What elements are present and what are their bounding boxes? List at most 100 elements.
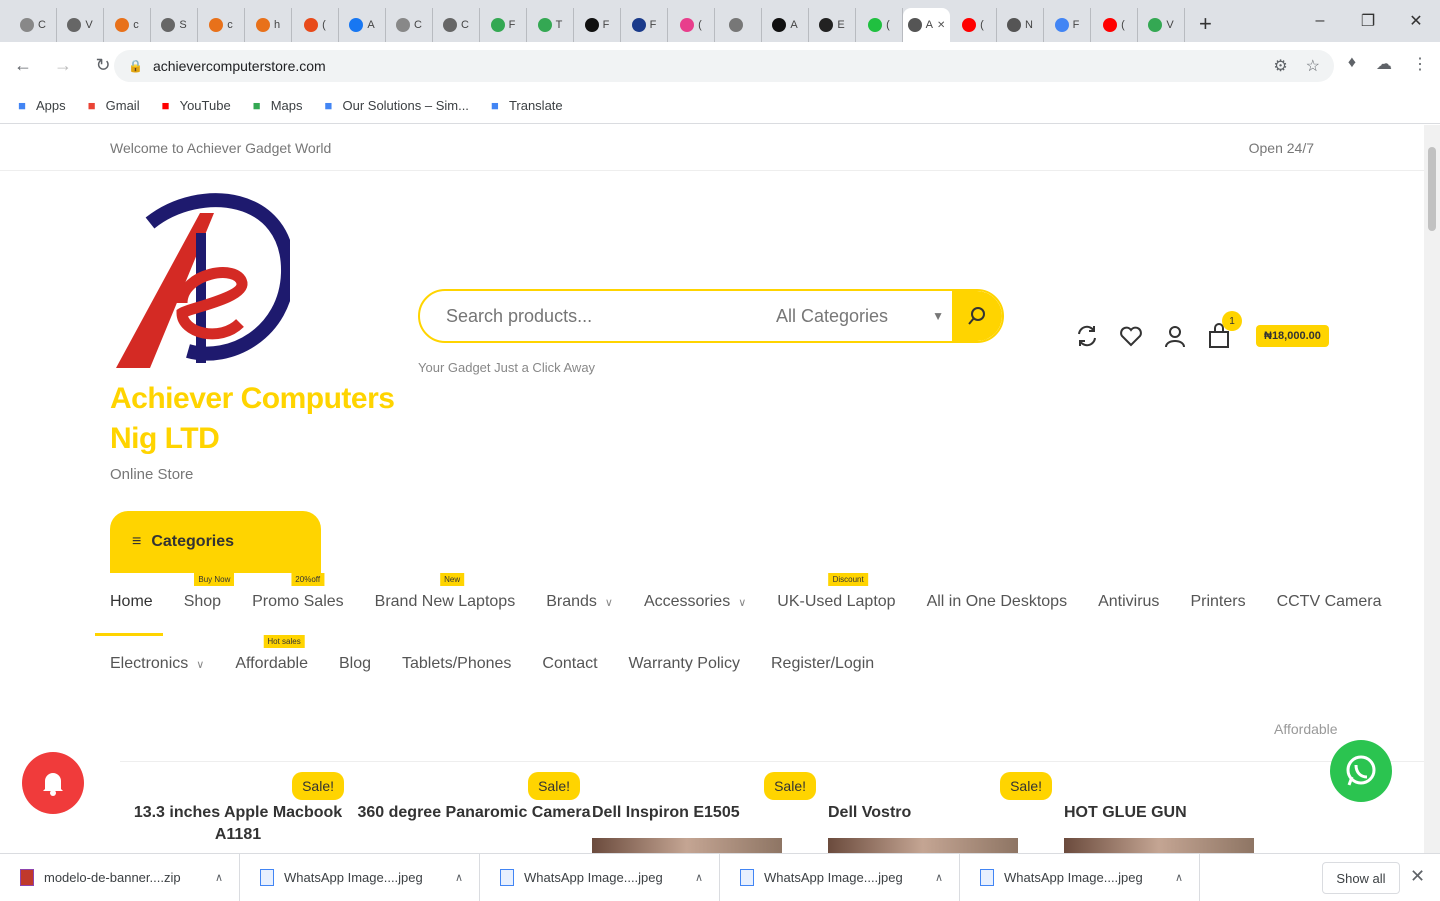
nav-item[interactable]: Brands ∨ [546, 593, 613, 611]
product-title[interactable]: Dell Vostro [828, 802, 1064, 824]
nav-item[interactable]: Brand New Laptops New [375, 573, 515, 611]
product-title[interactable]: Dell Inspiron E1505 [592, 802, 828, 824]
forward-button[interactable]: → [46, 55, 80, 76]
browser-tab[interactable]: F [1044, 8, 1091, 42]
browser-tab[interactable]: h [245, 8, 292, 42]
browser-tab[interactable]: C [433, 8, 480, 42]
nav-item[interactable]: Home [110, 593, 153, 611]
restore-button[interactable]: ❐ [1344, 0, 1392, 42]
browser-tab[interactable]: T [527, 8, 574, 42]
categories-button[interactable]: ≡ Categories [110, 511, 321, 573]
notification-bell-button[interactable] [22, 752, 84, 814]
cart-total[interactable]: ₦18,000.00 [1256, 325, 1329, 347]
chevron-up-icon[interactable]: ∧ [935, 871, 943, 884]
nav-item[interactable]: Blog [339, 655, 371, 673]
nav-item[interactable]: UK-Used Laptop Discount [777, 573, 896, 611]
show-all-downloads-button[interactable]: Show all [1322, 862, 1400, 894]
product-title[interactable]: HOT GLUE GUN [1064, 802, 1300, 824]
product-card[interactable]: Sale! Dell Vostro [828, 762, 1064, 853]
profile-icon[interactable]: ☁ [1376, 54, 1392, 74]
bookmark-item[interactable]: ■ YouTube [158, 98, 231, 113]
product-card[interactable]: HOT GLUE GUN [1064, 762, 1300, 853]
whatsapp-chat-button[interactable] [1330, 740, 1392, 802]
search-input[interactable] [446, 305, 776, 327]
nav-item[interactable]: Tablets/Phones [402, 655, 511, 673]
product-card[interactable]: Sale! 13.3 inches Apple Macbook A1181 [120, 762, 356, 853]
download-item[interactable]: WhatsApp Image....jpeg ∧ [480, 853, 720, 901]
chevron-up-icon[interactable]: ∧ [1175, 871, 1183, 884]
nav-item[interactable]: Antivirus [1098, 593, 1159, 611]
cart-bag-icon[interactable]: 1 [1206, 311, 1242, 349]
minimize-button[interactable]: – [1296, 0, 1344, 42]
address-bar[interactable]: 🔒 achievercomputerstore.com ⚙ ☆ [114, 50, 1334, 82]
browser-tab[interactable]: c [104, 8, 151, 42]
browser-tab[interactable]: F [574, 8, 621, 42]
browser-tab[interactable]: N [997, 8, 1044, 42]
download-item[interactable]: WhatsApp Image....jpeg ∧ [960, 853, 1200, 901]
nav-item[interactable]: Affordable Hot sales [235, 635, 308, 673]
nav-item[interactable]: CCTV Camera [1277, 593, 1382, 611]
site-logo[interactable] [110, 183, 290, 373]
chevron-up-icon[interactable]: ∧ [455, 871, 463, 884]
download-item[interactable]: WhatsApp Image....jpeg ∧ [720, 853, 960, 901]
chevron-up-icon[interactable]: ∧ [215, 871, 223, 884]
browser-tab[interactable]: C [10, 8, 57, 42]
nav-item[interactable]: Electronics ∨ [110, 655, 204, 673]
nav-item[interactable]: Accessories ∨ [644, 593, 746, 611]
browser-tab[interactable]: F [480, 8, 527, 42]
browser-tab[interactable]: c [198, 8, 245, 42]
browser-tab[interactable]: A ✕ [903, 8, 950, 42]
url-text[interactable]: achievercomputerstore.com [153, 58, 326, 74]
scrollbar-thumb[interactable] [1428, 147, 1436, 231]
browser-tab[interactable]: ( [950, 8, 997, 42]
extensions-puzzle-icon[interactable]: ♦ [1348, 54, 1356, 74]
lock-icon[interactable]: 🔒 [128, 59, 143, 73]
browser-tab[interactable]: C [386, 8, 433, 42]
bookmark-item[interactable]: ■ Our Solutions – Sim... [320, 98, 469, 113]
back-button[interactable]: ← [6, 55, 40, 76]
download-item[interactable]: WhatsApp Image....jpeg ∧ [240, 853, 480, 901]
bookmark-item[interactable]: ■ Translate [487, 98, 563, 113]
browser-tab[interactable]: ( [292, 8, 339, 42]
nav-item[interactable]: All in One Desktops [927, 593, 1068, 611]
nav-item[interactable]: Warranty Policy [629, 655, 740, 673]
browser-tab[interactable]: ( [1091, 8, 1138, 42]
chevron-up-icon[interactable]: ∧ [695, 871, 703, 884]
brand-name[interactable]: Achiever Computers Nig LTD [110, 379, 410, 459]
page-scrollbar[interactable] [1424, 125, 1440, 853]
nav-item[interactable]: Printers [1190, 593, 1245, 611]
browser-tab[interactable]: ( [856, 8, 903, 42]
close-download-shelf-icon[interactable]: ✕ [1410, 866, 1425, 887]
browser-tab[interactable]: ( [668, 8, 715, 42]
site-info-icon[interactable]: ⚙ [1273, 56, 1287, 76]
browser-tab[interactable]: A [339, 8, 386, 42]
browser-tab[interactable]: A [762, 8, 809, 42]
browser-tab[interactable]: S [151, 8, 198, 42]
menu-kebab-icon[interactable]: ⋮ [1412, 54, 1428, 74]
browser-tab[interactable]: E [809, 8, 856, 42]
product-title[interactable]: 13.3 inches Apple Macbook A1181 [120, 802, 356, 846]
category-select[interactable]: All Categories ▼ [776, 306, 956, 327]
nav-item[interactable]: Promo Sales 20%off [252, 573, 344, 611]
close-window-button[interactable]: ✕ [1392, 0, 1440, 42]
nav-item[interactable]: Contact [542, 655, 597, 673]
compare-refresh-icon[interactable] [1074, 323, 1100, 349]
product-card[interactable]: Sale! 360 degree Panaromic Camera [356, 762, 592, 853]
bookmark-item[interactable]: ■ Apps [14, 98, 66, 113]
bookmark-item[interactable]: ■ Maps [249, 98, 303, 113]
browser-tab[interactable]: V [1138, 8, 1185, 42]
product-image[interactable] [828, 838, 1018, 853]
wishlist-heart-icon[interactable] [1118, 323, 1144, 349]
nav-item[interactable]: Shop Buy Now [184, 573, 235, 611]
product-image[interactable] [1064, 838, 1254, 853]
browser-tab[interactable]: V [57, 8, 104, 42]
browser-tab[interactable] [715, 8, 762, 42]
product-card[interactable]: Sale! Dell Inspiron E1505 [592, 762, 828, 853]
close-tab-icon[interactable]: ✕ [937, 20, 945, 31]
download-item[interactable]: modelo-de-banner....zip ∧ [0, 853, 240, 901]
product-image[interactable] [592, 838, 782, 853]
search-button[interactable] [952, 291, 1002, 341]
bookmark-item[interactable]: ■ Gmail [84, 98, 140, 113]
new-tab-button[interactable]: + [1199, 11, 1212, 37]
browser-tab[interactable]: F [621, 8, 668, 42]
